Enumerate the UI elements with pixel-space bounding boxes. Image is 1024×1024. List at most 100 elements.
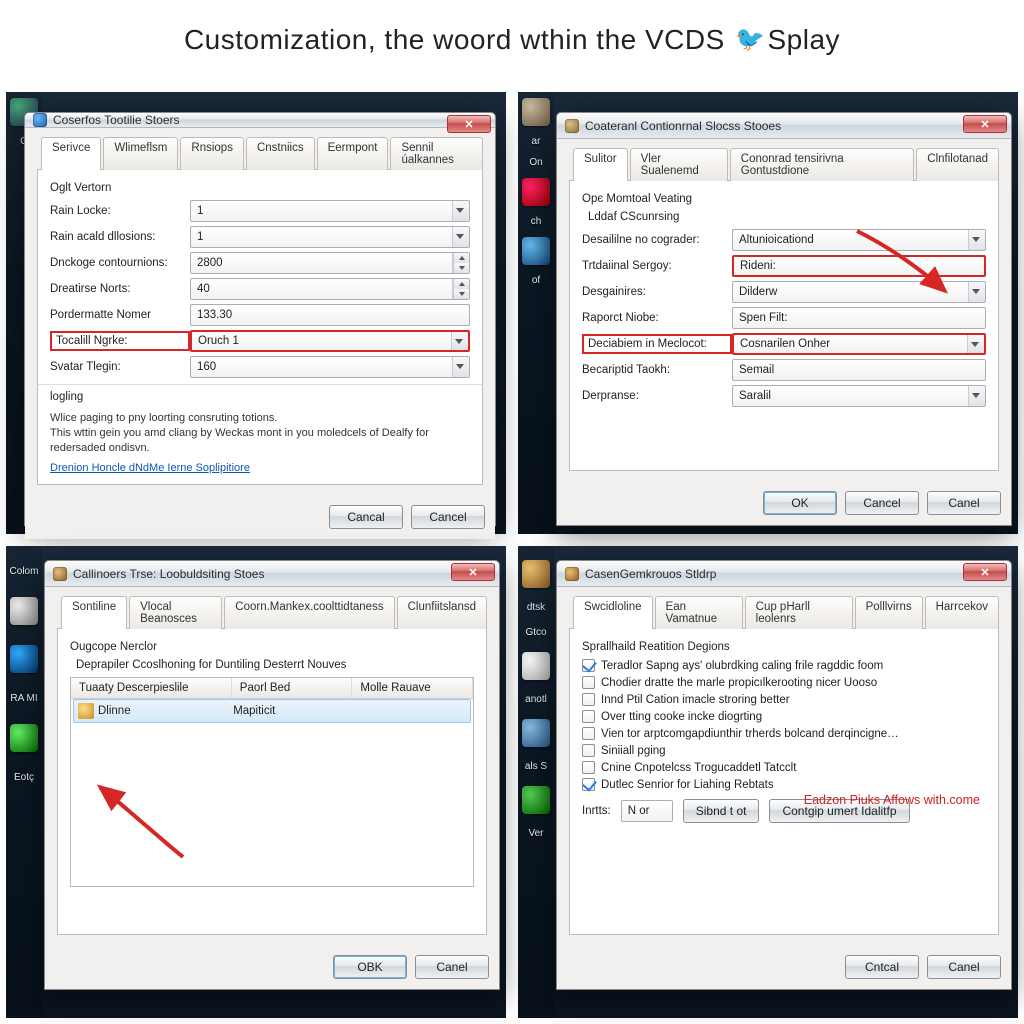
spin-value: 2800 <box>197 257 223 269</box>
app-icon[interactable] <box>522 178 550 206</box>
tab-3[interactable]: Clunfiitslansd <box>397 596 487 629</box>
app-icon[interactable] <box>522 560 550 588</box>
bird-icon: 🐦 <box>735 25 765 54</box>
tab-4[interactable]: Eermpont <box>317 137 389 170</box>
dreatirse-spin[interactable]: 40 <box>190 278 470 300</box>
titlebar[interactable]: Coateranl Contionrnal Slocss Stooes ✕ <box>557 113 1011 139</box>
checkbox-icon[interactable] <box>582 744 595 757</box>
titlebar[interactable]: Callinoers Trse: Loobuldsiting Stoes ✕ <box>45 561 499 587</box>
spin-up-icon[interactable] <box>454 279 469 289</box>
cancel-button[interactable]: Canel <box>415 955 489 979</box>
strip-label: ch <box>519 216 553 227</box>
tab-0[interactable]: Swcidloline <box>573 596 653 629</box>
tab-3[interactable]: Cnstniics <box>246 137 315 170</box>
spin-down-icon[interactable] <box>454 263 469 273</box>
tab-5[interactable]: Sennil úalkannes <box>390 137 483 170</box>
highlight-label: Deciabiem in Meclocot: <box>582 334 732 354</box>
cell-value: Dlinne <box>98 705 131 717</box>
help-link[interactable]: Drenion Honcle dNdMe Ierne Soplipitiore <box>50 462 250 474</box>
field-label: Svatar Tlegin: <box>50 361 190 373</box>
tab-service[interactable]: Serivce <box>41 137 101 170</box>
tab-0[interactable]: Sontiline <box>61 596 127 629</box>
field-label: Becariptid Taokh: <box>582 364 732 376</box>
col-header[interactable]: Paorl Bed <box>232 678 353 698</box>
close-icon[interactable]: ✕ <box>451 563 495 581</box>
cancel-button[interactable]: Canel <box>927 491 1001 515</box>
app-icon[interactable] <box>10 597 38 625</box>
spin-up-icon[interactable] <box>454 253 469 263</box>
sibnd-button[interactable]: Sibnd t ot <box>683 799 760 823</box>
app-icon[interactable] <box>10 645 38 673</box>
tocalill-combo[interactable]: Oruch 1 <box>190 330 470 352</box>
rain-acald-combo[interactable]: 1 <box>190 226 470 248</box>
checkbox-icon[interactable] <box>582 693 595 706</box>
close-icon[interactable]: ✕ <box>963 115 1007 133</box>
checkbox-icon[interactable] <box>582 727 595 740</box>
checkbox-icon[interactable] <box>582 710 595 723</box>
titlebar[interactable]: Coserfos Tootilie Stoers ✕ <box>25 113 495 128</box>
tab-0[interactable]: Sulitor <box>573 148 628 181</box>
desgainires-combo[interactable]: Dilderw <box>732 281 986 303</box>
checkbox-row[interactable]: Chodier dratte the marle propicılkerooti… <box>582 676 986 689</box>
checkbox-row[interactable]: Cnine Cnpotelcss Trogucaddetl Tatcclt <box>582 761 986 774</box>
raporct-field[interactable]: Spen Filt: <box>732 307 986 329</box>
close-icon[interactable]: ✕ <box>963 563 1007 581</box>
col-header[interactable]: Tuaaty Descerpieslile <box>71 678 232 698</box>
list-item[interactable]: Dlinne Mapiticit <box>73 699 471 723</box>
svatar-combo[interactable]: 160 <box>190 356 470 378</box>
ok-button[interactable]: OBK <box>333 955 407 979</box>
tab-1[interactable]: Wlimeflsm <box>103 137 178 170</box>
tab-2[interactable]: Cononrad tensirivna Gontustdione <box>730 148 914 181</box>
app-icon[interactable] <box>522 719 550 747</box>
checkbox-row[interactable]: Innd Ptil Cation imacle stroring better <box>582 693 986 706</box>
listview[interactable]: Tuaaty Descerpieslile Paorl Bed Molle Ra… <box>70 677 474 887</box>
ok-button[interactable]: OK <box>763 491 837 515</box>
checkbox-row[interactable]: Over tting cooke incke diogrting <box>582 710 986 723</box>
cancel-button[interactable]: Cancel <box>845 491 919 515</box>
check-label: Innd Ptil Cation imacle stroring better <box>601 694 790 706</box>
desaililne-combo[interactable]: Altunioicationd <box>732 229 986 251</box>
col-header[interactable]: Molle Rauave <box>352 678 473 698</box>
app-icon[interactable] <box>522 98 550 126</box>
app-icon[interactable] <box>522 652 550 680</box>
field-value: Semail <box>739 364 774 376</box>
checkbox-icon[interactable] <box>582 659 595 672</box>
quad-grid: G Coserfos Tootilie Stoers ✕ Serivce Wli… <box>0 92 1024 1018</box>
tab-3[interactable]: Clnfilotanad <box>916 148 999 181</box>
cancel-button[interactable]: Cancel <box>411 505 485 529</box>
checkbox-icon[interactable] <box>582 676 595 689</box>
cancel-button[interactable]: Canel <box>927 955 1001 979</box>
pordermatte-field[interactable]: 133.30 <box>190 304 470 326</box>
combo-value: 1 <box>197 231 203 243</box>
cancel-button[interactable]: Cntcal <box>845 955 919 979</box>
checkbox-icon[interactable] <box>582 761 595 774</box>
checkbox-row[interactable]: Siniiall pging <box>582 744 986 757</box>
spin-down-icon[interactable] <box>454 289 469 299</box>
checkbox-row[interactable]: Vien tor arptcomgapdiunthir trherds bolc… <box>582 727 986 740</box>
derpranse-combo[interactable]: Saralil <box>732 385 986 407</box>
checkbox-row[interactable]: Dutlec Senrior for Liahing Rebtats <box>582 778 986 791</box>
inrtts-field[interactable]: N or <box>621 800 673 822</box>
app-icon[interactable] <box>10 724 38 752</box>
trtdaiinal-field[interactable]: Rideni: <box>732 255 986 277</box>
tab-3[interactable]: Polllvirns <box>855 596 923 629</box>
rain-locke-combo[interactable]: 1 <box>190 200 470 222</box>
close-icon[interactable]: ✕ <box>447 115 491 133</box>
deciabiem-combo[interactable]: Cosnarilen Onher <box>732 333 986 355</box>
tab-2[interactable]: Cup pHarll leolenrs <box>745 596 853 629</box>
tab-2[interactable]: Rnsiops <box>180 137 244 170</box>
cancel-button[interactable]: Cancal <box>329 505 403 529</box>
app-icon[interactable] <box>522 237 550 265</box>
group-label: Opє Momtoal Veating <box>582 193 986 205</box>
checkbox-row[interactable]: Teradlor Sapng ays' olubrdking caling fr… <box>582 659 986 672</box>
app-icon[interactable] <box>522 786 550 814</box>
dnckoge-spin[interactable]: 2800 <box>190 252 470 274</box>
titlebar[interactable]: CasenGemkrouos Stldrp ✕ <box>557 561 1011 587</box>
checkbox-icon[interactable] <box>582 778 595 791</box>
tab-1[interactable]: Vler Sualenemd <box>630 148 728 181</box>
tab-2[interactable]: Coorn.Mankex.coolttidtaness <box>224 596 394 629</box>
tab-4[interactable]: Harrcekov <box>925 596 999 629</box>
becariptid-field[interactable]: Semail <box>732 359 986 381</box>
tab-1[interactable]: Vlocal Beanosces <box>129 596 222 629</box>
tab-1[interactable]: Ean Vamatnue <box>655 596 743 629</box>
